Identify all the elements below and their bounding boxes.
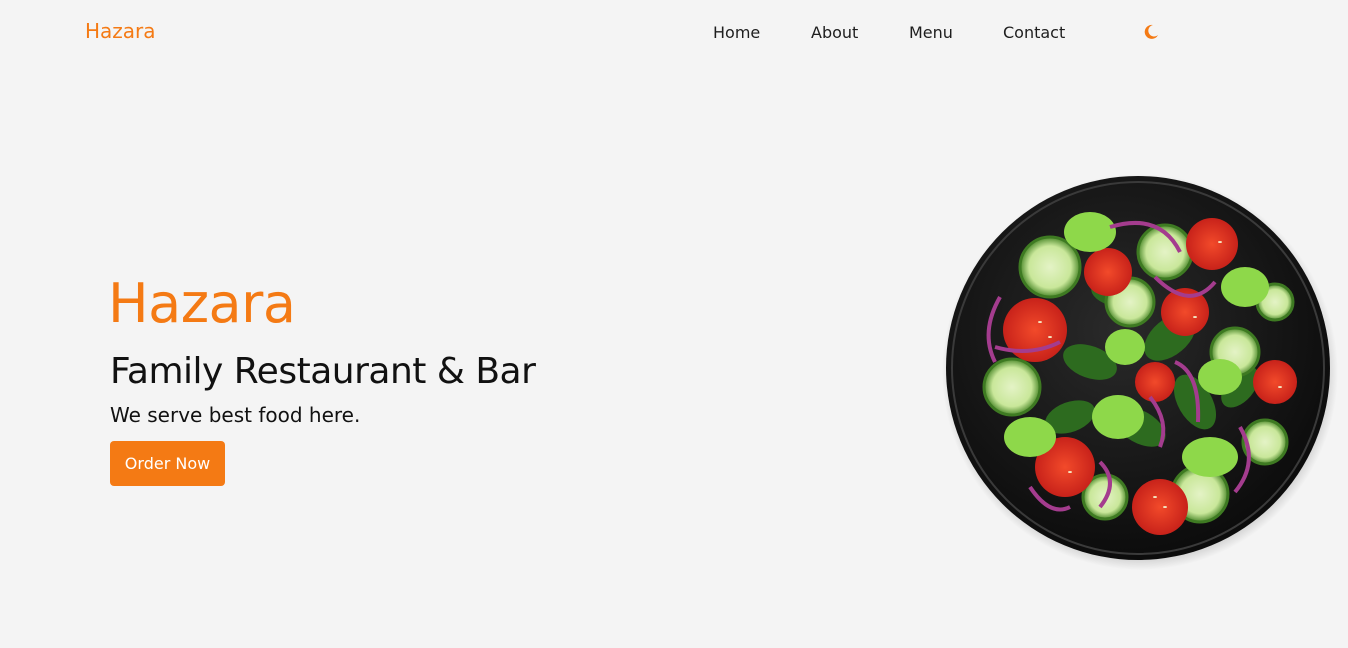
theme-toggle-button[interactable] xyxy=(1142,23,1160,41)
nav-menu-link[interactable]: Menu xyxy=(909,23,953,42)
hero-subtitle: Family Restaurant & Bar xyxy=(110,351,536,392)
logo[interactable]: Hazara xyxy=(85,19,156,43)
order-now-button[interactable]: Order Now xyxy=(110,441,225,486)
moon-icon xyxy=(1144,24,1158,39)
nav-home-link[interactable]: Home xyxy=(713,23,760,42)
page: Hazara Home About Menu Contact Hazara Fa… xyxy=(0,0,1348,648)
nav-contact-link[interactable]: Contact xyxy=(1003,23,1065,42)
salad-bowl-image xyxy=(942,174,1338,570)
hero-title: Hazara xyxy=(108,272,296,335)
nav-about-link[interactable]: About xyxy=(811,23,858,42)
hero-tagline: We serve best food here. xyxy=(110,403,361,427)
